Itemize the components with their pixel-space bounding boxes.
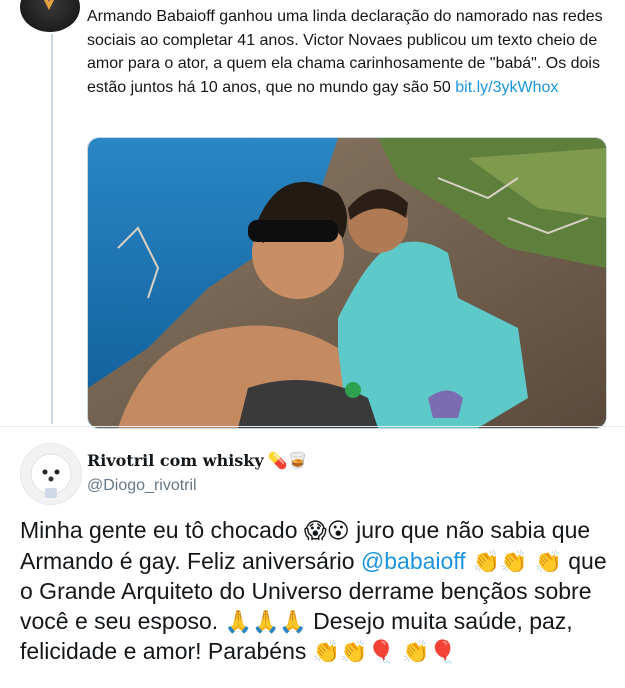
author-name-text: Rivotril com whisky bbox=[87, 451, 264, 470]
tweet-text-part-1: Minha gente eu tô chocado bbox=[20, 517, 304, 543]
clapping-emoji-icon: 👏👏 👏 bbox=[465, 549, 562, 575]
mention-link[interactable]: @babaioff bbox=[361, 548, 466, 574]
tweet-text: Minha gente eu tô chocado 😱😮 juro que nã… bbox=[20, 516, 620, 668]
quoted-tweet-link[interactable]: bit.ly/3ykWhox bbox=[455, 79, 558, 96]
pill-whisky-emoji-icon: 💊🥃 bbox=[267, 451, 308, 470]
author-handle[interactable]: @Diogo_rivotril bbox=[87, 477, 197, 495]
shocked-emoji-icon: 😱😮 bbox=[303, 519, 350, 544]
divider bbox=[0, 426, 625, 427]
dog-avatar-icon bbox=[21, 444, 81, 504]
quoted-tweet-text: Armando Babaioff ganhou uma linda declar… bbox=[87, 5, 607, 99]
tweet-photo[interactable] bbox=[87, 137, 607, 429]
logo-inner-triangle-icon bbox=[43, 0, 55, 2]
photo-image bbox=[88, 138, 606, 428]
thread-connector-line bbox=[51, 34, 53, 424]
author-avatar[interactable] bbox=[20, 443, 82, 505]
clapping-balloon-emoji-icon: 👏👏🎈 👏🎈 bbox=[312, 640, 457, 665]
praying-hands-emoji-icon: 🙏🙏🙏 bbox=[224, 609, 307, 635]
author-display-name[interactable]: Rivotril com whisky 💊🥃 bbox=[87, 451, 308, 470]
quoted-author-avatar[interactable] bbox=[20, 0, 80, 32]
